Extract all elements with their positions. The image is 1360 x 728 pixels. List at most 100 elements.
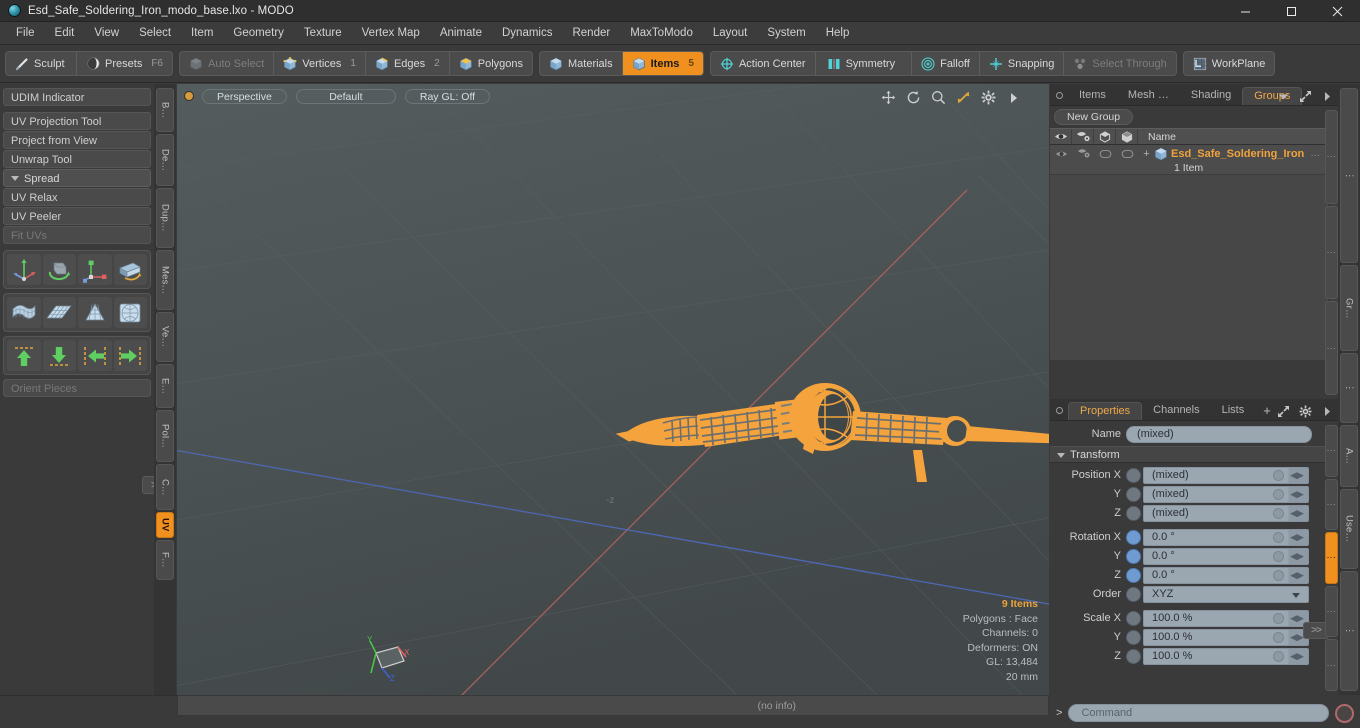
rotate-tool-icon[interactable] — [42, 254, 76, 285]
flip-tool-icon[interactable] — [113, 254, 147, 285]
close-icon[interactable] — [1314, 0, 1360, 22]
stepper-arrows-icon[interactable]: ◀▶ — [1287, 569, 1307, 582]
sidebar-item-command[interactable]: C… — [156, 464, 174, 510]
rotation-y-channel-toggle[interactable] — [1126, 548, 1141, 564]
slider-knob[interactable] — [1273, 550, 1284, 562]
menu-animate[interactable]: Animate — [430, 24, 492, 42]
dotstrip-cell[interactable]: ⋮ — [1325, 110, 1338, 204]
scale-z-field[interactable]: 100.0 % ◀▶ — [1143, 647, 1309, 665]
align-down-icon[interactable] — [42, 340, 76, 371]
stepper-arrows-icon[interactable]: ◀▶ — [1287, 531, 1307, 544]
row-render-toggle[interactable] — [1072, 145, 1094, 162]
pan-icon[interactable] — [881, 90, 896, 105]
menu-vertex-map[interactable]: Vertex Map — [352, 24, 430, 42]
dotstrip-cell[interactable]: ⋮ — [1325, 478, 1338, 531]
dotstrip-cell[interactable]: ⋮ — [1325, 205, 1338, 300]
rotation-z-field[interactable]: 0.0 ° ◀▶ — [1143, 566, 1309, 584]
sidebar-item-fusion[interactable]: F… — [156, 540, 174, 580]
rotation-x-channel-toggle[interactable] — [1126, 529, 1141, 545]
align-right-icon[interactable] — [113, 340, 147, 371]
command-input[interactable]: Command — [1068, 704, 1329, 722]
rotation-y-field[interactable]: 0.0 ° ◀▶ — [1143, 547, 1309, 565]
menu-system[interactable]: System — [757, 24, 815, 42]
viewport-style-selector[interactable]: Default — [295, 88, 396, 104]
tab-shading[interactable]: Shading — [1180, 87, 1242, 105]
record-icon[interactable] — [1335, 703, 1354, 723]
uv-sphere-icon[interactable] — [113, 297, 147, 328]
order-channel-toggle[interactable] — [1126, 586, 1141, 602]
menu-help[interactable]: Help — [816, 24, 860, 42]
position-y-channel-toggle[interactable] — [1126, 486, 1141, 502]
menu-dynamics[interactable]: Dynamics — [492, 24, 562, 42]
slider-knob[interactable] — [1273, 612, 1284, 624]
edges-button[interactable]: Edges 2 — [364, 52, 449, 75]
workplane-button[interactable]: WorkPlane — [1184, 52, 1275, 75]
sidebar-item-polygon[interactable]: Pol… — [156, 410, 174, 462]
tab-add-button[interactable]: + — [1255, 402, 1279, 420]
align-up-icon[interactable] — [7, 340, 41, 371]
snapping-button[interactable]: Snapping — [978, 52, 1064, 75]
align-left-icon[interactable] — [78, 340, 112, 371]
right-tab-groups[interactable]: Gr… — [1340, 265, 1358, 351]
fit-uvs-button[interactable]: Fit UVs — [3, 226, 151, 244]
panel-menu-dot-icon[interactable] — [1056, 92, 1063, 99]
minimize-icon[interactable] — [1222, 0, 1268, 22]
maximize-icon[interactable] — [1268, 0, 1314, 22]
position-y-field[interactable]: (mixed) ◀▶ — [1143, 485, 1309, 503]
name-field[interactable]: (mixed) — [1126, 425, 1312, 443]
tab-lists[interactable]: Lists — [1211, 402, 1256, 420]
stepper-arrows-icon[interactable]: ◀▶ — [1287, 550, 1307, 563]
slider-knob[interactable] — [1273, 531, 1284, 543]
move-axis-tool-icon[interactable] — [7, 254, 41, 285]
action-center-button[interactable]: Action Center — [711, 52, 815, 75]
chevron-right-icon[interactable] — [1321, 90, 1334, 103]
3d-viewport[interactable]: Perspective Default Ray GL: Off -z Y X Z… — [177, 84, 1049, 695]
scale-y-channel-toggle[interactable] — [1126, 629, 1141, 645]
scale-x-channel-toggle[interactable] — [1126, 610, 1141, 626]
tab-channels[interactable]: Channels — [1142, 402, 1210, 420]
slider-knob[interactable] — [1273, 507, 1284, 519]
menu-item[interactable]: Item — [181, 24, 223, 42]
sidebar-item-duplicate[interactable]: Dup… — [156, 188, 174, 248]
dotstrip-cell-active[interactable]: ⋮ — [1325, 532, 1338, 584]
polygons-button[interactable]: Polygons — [448, 52, 532, 75]
slider-knob[interactable] — [1273, 488, 1284, 500]
menu-texture[interactable]: Texture — [294, 24, 352, 42]
gear-icon[interactable] — [1299, 405, 1312, 418]
transform-section-header[interactable]: Transform — [1050, 446, 1338, 463]
spread-section-header[interactable]: Spread — [3, 169, 151, 187]
chevron-down-icon[interactable] — [1277, 90, 1290, 103]
sidebar-item-vertex[interactable]: Ve… — [156, 312, 174, 362]
slider-knob[interactable] — [1273, 650, 1284, 662]
stepper-arrows-icon[interactable]: ◀▶ — [1287, 488, 1307, 501]
sculpt-button[interactable]: Sculpt — [6, 52, 76, 75]
sidebar-item-edge[interactable]: E… — [156, 364, 174, 408]
sidebar-item-uv[interactable]: UV — [156, 512, 174, 538]
uv-grid-icon[interactable] — [42, 297, 76, 328]
expand-icon[interactable] — [1299, 90, 1312, 103]
groups-tree-body[interactable]: + Esd_Safe_Soldering_Iron … 1 Item — [1050, 145, 1338, 360]
auto-select-button[interactable]: Auto Select — [180, 52, 273, 75]
expand-icon[interactable] — [1277, 405, 1290, 418]
scale-z-channel-toggle[interactable] — [1126, 648, 1141, 664]
items-button[interactable]: Items 5 — [621, 52, 703, 75]
dotstrip-cell[interactable]: ⋮ — [1325, 301, 1338, 396]
tab-items[interactable]: Items — [1068, 87, 1117, 105]
fit-icon[interactable] — [956, 90, 971, 105]
scale-axis-tool-icon[interactable] — [78, 254, 112, 285]
menu-layout[interactable]: Layout — [703, 24, 758, 42]
stepper-arrows-icon[interactable]: ◀▶ — [1287, 469, 1307, 482]
table-row[interactable]: + Esd_Safe_Soldering_Iron … 1 Item — [1050, 145, 1338, 175]
scale-x-field[interactable]: 100.0 % ◀▶ — [1143, 609, 1309, 627]
sidebar-item-basic[interactable]: B… — [156, 88, 174, 132]
chevron-right-icon[interactable] — [1321, 405, 1334, 418]
project-from-view-button[interactable]: Project from View — [3, 131, 151, 149]
unwrap-tool-button[interactable]: Unwrap Tool — [3, 150, 151, 168]
vertices-button[interactable]: Vertices 1 — [273, 52, 365, 75]
rotation-x-field[interactable]: 0.0 ° ◀▶ — [1143, 528, 1309, 546]
menu-render[interactable]: Render — [562, 24, 620, 42]
position-z-channel-toggle[interactable] — [1126, 505, 1141, 521]
uv-relax-button[interactable]: UV Relax — [3, 188, 151, 206]
uv-peeler-button[interactable]: UV Peeler — [3, 207, 151, 225]
right-tab-blank-2[interactable]: ⋮ — [1340, 353, 1358, 423]
